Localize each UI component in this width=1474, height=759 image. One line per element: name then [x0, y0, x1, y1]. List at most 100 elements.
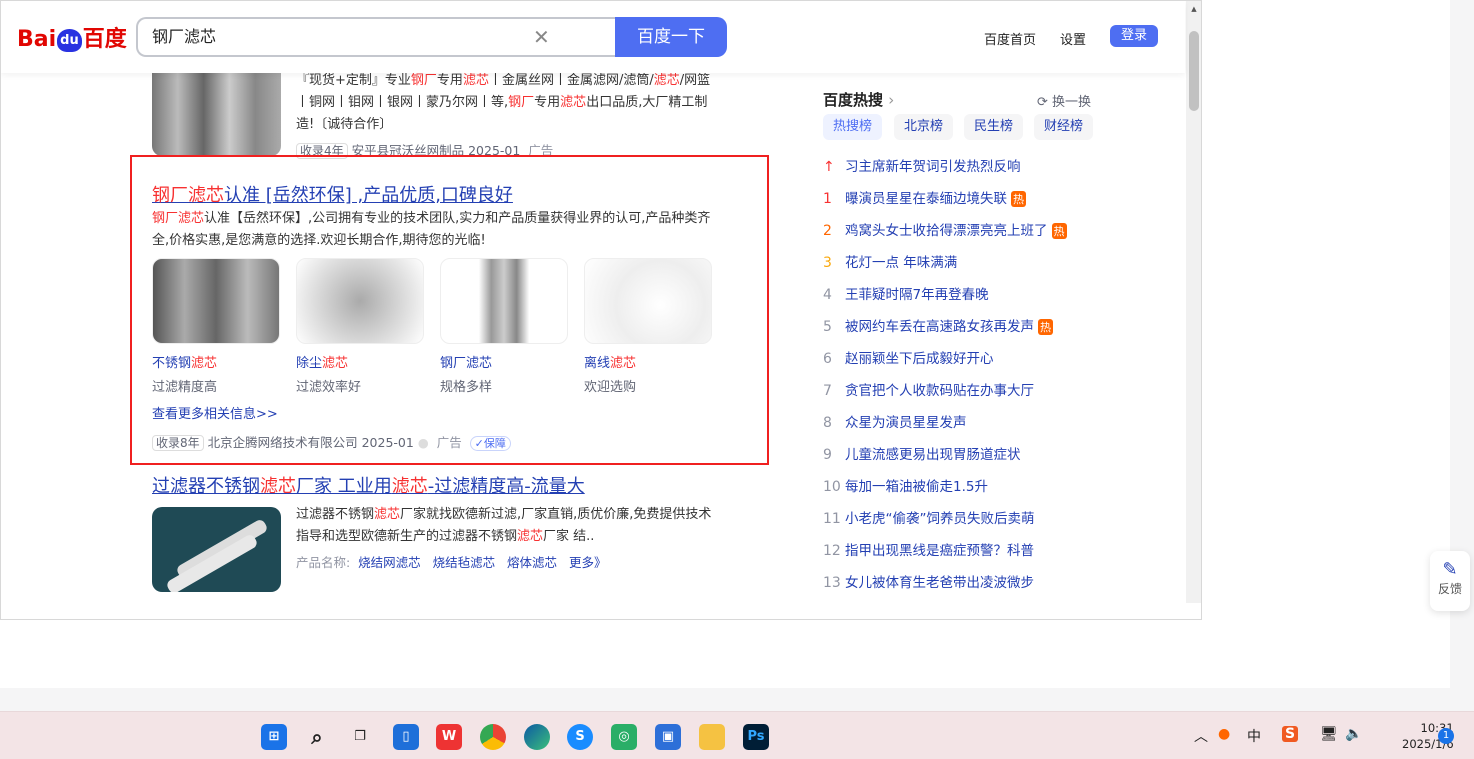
hot-item[interactable]: ↑ 习主席新年贺词引发热烈反响 — [823, 155, 1021, 175]
desktop-area — [1202, 0, 1450, 688]
product-image[interactable] — [152, 61, 281, 156]
chevron-up-icon[interactable]: ︿ — [1194, 726, 1208, 746]
card-image[interactable] — [296, 258, 424, 344]
hot-item-title: 众星为演员星星发声 — [845, 415, 967, 431]
hot-item-title: 指甲出现黑线是癌症预警？科普 — [845, 543, 1034, 559]
hot-item[interactable]: 9 儿童流感更易出现胃肠道症状 — [823, 443, 1021, 463]
dropdown-icon[interactable]: ● — [418, 435, 429, 450]
hot-item[interactable]: 1 曝演员星星在泰缅边境失联热 — [823, 187, 1026, 207]
source: 北京企腾网络技术有限公司 2025-01 — [207, 435, 414, 450]
hot-item-title: 儿童流感更易出现胃肠道症状 — [845, 447, 1021, 463]
rank: ↑ — [823, 159, 835, 175]
card-title[interactable]: 钢厂滤芯 — [440, 352, 492, 371]
card-image[interactable] — [440, 258, 568, 344]
hot-item[interactable]: 3 花灯一点 年味满满 — [823, 251, 957, 271]
result-description: 『现货+定制』专业钢厂专用滤芯丨金属丝网丨金属滤网/滤筒/滤芯/网篮丨铜网丨钼网… — [296, 73, 711, 132]
ad-description: 钢厂滤芯认准【岳然环保】,公司拥有专业的技术团队,实力和产品质量获得业界的认可,… — [152, 211, 711, 248]
task-view-icon[interactable]: ❐ — [347, 724, 373, 750]
product-link[interactable]: 烧结网滤芯 — [358, 555, 421, 570]
wps-icon[interactable]: W — [436, 724, 462, 750]
hot-item[interactable]: 4 王菲疑时隔7年再登春晚 — [823, 283, 989, 303]
tab-hot[interactable]: 热搜榜 — [823, 114, 883, 140]
volume-icon[interactable]: 🔈 — [1345, 726, 1362, 742]
result-title-link[interactable]: 过滤器不锈钢滤芯厂家 工业用滤芯-过滤精度高-流量大 — [152, 472, 585, 498]
photoshop-icon[interactable]: Ps — [743, 724, 769, 750]
rank: 2 — [823, 223, 832, 239]
hot-item-title: 女儿被体育生老爸带出凌波微步 — [845, 575, 1034, 591]
product-link[interactable]: 烧结毡滤芯 — [433, 555, 496, 570]
hot-search-title[interactable]: 百度热搜 › — [823, 89, 894, 110]
feedback-button[interactable]: ✎ 反馈 — [1430, 551, 1470, 611]
rank: 6 — [823, 351, 832, 367]
card-subtitle: 规格多样 — [440, 380, 493, 395]
hot-item[interactable]: 6 赵丽颖坐下后成毅好开心 — [823, 347, 994, 367]
refresh-button[interactable]: ⟳ 换一换 — [1037, 91, 1091, 110]
hot-item[interactable]: 8 众星为演员星星发声 — [823, 411, 967, 431]
product-image[interactable] — [152, 507, 281, 592]
hot-item[interactable]: 7 贪官把个人收款码贴在办事大厅 — [823, 379, 1034, 399]
start-icon[interactable]: ⊞ — [261, 724, 287, 750]
hot-item[interactable]: 11 小老虎“偷袭”饲养员失败后卖萌 — [823, 507, 1035, 527]
rank: 13 — [823, 575, 841, 591]
card-image[interactable] — [152, 258, 280, 344]
hot-item[interactable]: 13 女儿被体育生老爸带出凌波微步 — [823, 571, 1034, 591]
search-button[interactable]: 百度一下 — [615, 17, 727, 57]
rank: 10 — [823, 479, 841, 495]
hot-item-title: 王菲疑时隔7年再登春晚 — [845, 287, 989, 303]
chrome-icon[interactable] — [480, 724, 506, 750]
login-button[interactable]: 登录 — [1110, 25, 1158, 47]
hot-badge: 热 — [1011, 191, 1026, 207]
blank-area — [0, 620, 1450, 688]
hot-item[interactable]: 12 指甲出现黑线是癌症预警？科普 — [823, 539, 1034, 559]
pen-icon: ✎ — [1442, 559, 1458, 580]
home-link[interactable]: 百度首页 — [984, 29, 1036, 48]
rank: 8 — [823, 415, 832, 431]
card-title[interactable]: 离线滤芯 — [584, 352, 636, 371]
app-tray-icon[interactable]: ● — [1218, 726, 1230, 742]
result-description: 过滤器不锈钢滤芯厂家就找欧德新过滤,厂家直销,质优价廉,免费提供技术指导和选型欧… — [296, 507, 712, 544]
edge-icon[interactable] — [524, 724, 550, 750]
logo-text: Bai — [17, 27, 57, 52]
search-icon[interactable]: ⌕ — [304, 724, 330, 750]
hot-item-title: 花灯一点 年味满满 — [845, 255, 958, 271]
taskbar: ⊞ ⌕ ❐ ▯ W S ◎ ▣ Ps ︿ ● 中 S 🖥 🔈 10:31 2025… — [0, 711, 1474, 759]
settings-link[interactable]: 设置 — [1060, 29, 1086, 48]
rank: 5 — [823, 319, 832, 335]
hot-item[interactable]: 2 鸡窝头女士收拾得漂漂亮亮上班了热 — [823, 219, 1067, 239]
more-link[interactable]: 更多》 — [569, 555, 607, 570]
ime-indicator[interactable]: 中 — [1247, 726, 1261, 746]
hot-item-title: 曝演员星星在泰缅边境失联 — [845, 191, 1007, 207]
product-links: 产品名称: 烧结网滤芯 烧结毡滤芯 熔体滤芯 更多》 — [296, 555, 607, 570]
ad-title-link[interactable]: 钢厂滤芯认准 [岳然环保] ,产品优质,口碑良好 — [152, 181, 513, 207]
hot-item[interactable]: 5 被网约车丢在高速路女孩再发声热 — [823, 315, 1053, 335]
card-title[interactable]: 除尘滤芯 — [296, 352, 348, 371]
more-info-link[interactable]: 查看更多相关信息>> — [152, 403, 278, 422]
hot-item-title: 每加一箱油被偷走1.5升 — [845, 479, 988, 495]
hot-item-title: 小老虎“偷袭”饲养员失败后卖萌 — [845, 511, 1035, 527]
rank: 9 — [823, 447, 832, 463]
widgets-icon[interactable]: ▯ — [393, 724, 419, 750]
product-link[interactable]: 熔体滤芯 — [507, 555, 557, 570]
card-subtitle: 欢迎选购 — [584, 380, 637, 395]
tab-finance[interactable]: 财经榜 — [1034, 114, 1094, 140]
security-icon[interactable]: ▣ — [655, 724, 681, 750]
folder-icon[interactable] — [699, 724, 725, 750]
hot-item[interactable]: 10 每加一箱油被偷走1.5升 — [823, 475, 988, 495]
card-image[interactable] — [584, 258, 712, 344]
guarantee-badge[interactable]: ✓保障 — [469, 436, 511, 451]
baidu-logo[interactable]: Bai du 百度 — [17, 21, 127, 53]
header: Bai du 百度 钢厂滤芯 ✕ 百度一下 百度首页 设置 登录 — [1, 1, 1185, 73]
tab-beijing[interactable]: 北京榜 — [894, 114, 954, 140]
sogou-browser-icon[interactable]: S — [567, 724, 593, 750]
notification-badge[interactable]: 1 — [1438, 728, 1454, 744]
card-title[interactable]: 不锈钢滤芯 — [152, 352, 217, 371]
network-icon[interactable]: 🖥 — [1320, 726, 1338, 742]
rank: 11 — [823, 511, 841, 527]
card-subtitle: 过滤效率好 — [296, 380, 362, 395]
wechat-icon[interactable]: ◎ — [611, 724, 637, 750]
scrollbar-thumb[interactable] — [1189, 31, 1199, 111]
tab-livelihood[interactable]: 民生榜 — [964, 114, 1024, 140]
clear-icon[interactable]: ✕ — [533, 25, 550, 49]
logo-text: 百度 — [82, 27, 127, 52]
sogou-ime-icon[interactable]: S — [1282, 726, 1299, 742]
